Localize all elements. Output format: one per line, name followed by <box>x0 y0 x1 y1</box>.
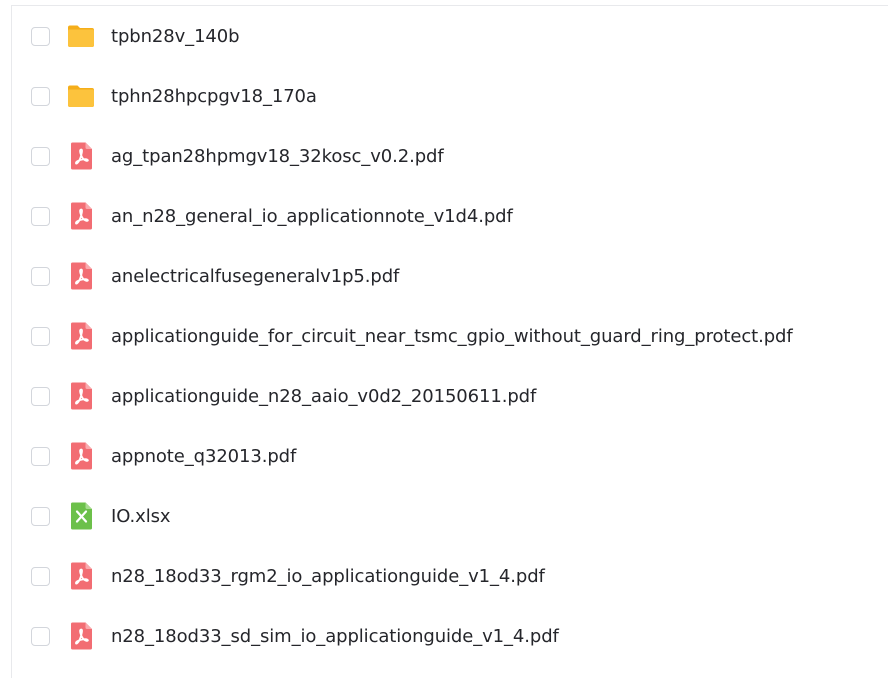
folder-icon <box>66 81 96 111</box>
file-name[interactable]: anelectricalfusegeneralv1p5.pdf <box>111 266 399 287</box>
file-list: tpbn28v_140b tphn28hpcpgv18_170a ag_tpan… <box>12 6 888 666</box>
file-row[interactable]: IO.xlsx <box>12 486 888 546</box>
file-row[interactable]: tpbn28v_140b <box>12 6 888 66</box>
pdf-file-icon <box>66 321 96 351</box>
file-name[interactable]: tphn28hpcpgv18_170a <box>111 86 317 107</box>
pdf-file-icon <box>66 561 96 591</box>
row-checkbox[interactable] <box>31 566 50 586</box>
file-name[interactable]: appnote_q32013.pdf <box>111 446 296 467</box>
file-list-panel: tpbn28v_140b tphn28hpcpgv18_170a ag_tpan… <box>11 5 888 678</box>
pdf-file-icon <box>66 441 96 471</box>
file-name[interactable]: IO.xlsx <box>111 506 171 527</box>
file-row[interactable]: n28_18od33_sd_sim_io_applicationguide_v1… <box>12 606 888 666</box>
excel-file-icon <box>66 501 96 531</box>
row-checkbox[interactable] <box>31 146 50 166</box>
file-name[interactable]: n28_18od33_sd_sim_io_applicationguide_v1… <box>111 626 559 647</box>
file-row[interactable]: anelectricalfusegeneralv1p5.pdf <box>12 246 888 306</box>
row-checkbox[interactable] <box>31 446 50 466</box>
row-checkbox[interactable] <box>31 206 50 226</box>
file-name[interactable]: n28_18od33_rgm2_io_applicationguide_v1_4… <box>111 566 545 587</box>
file-row[interactable]: an_n28_general_io_applicationnote_v1d4.p… <box>12 186 888 246</box>
file-name[interactable]: tpbn28v_140b <box>111 26 240 47</box>
file-row[interactable]: n28_18od33_rgm2_io_applicationguide_v1_4… <box>12 546 888 606</box>
folder-icon <box>66 21 96 51</box>
file-row[interactable]: applicationguide_for_circuit_near_tsmc_g… <box>12 306 888 366</box>
row-checkbox[interactable] <box>31 86 50 106</box>
pdf-file-icon <box>66 201 96 231</box>
file-name[interactable]: applicationguide_for_circuit_near_tsmc_g… <box>111 326 793 347</box>
file-name[interactable]: applicationguide_n28_aaio_v0d2_20150611.… <box>111 386 536 407</box>
row-checkbox[interactable] <box>31 26 50 46</box>
row-checkbox[interactable] <box>31 386 50 406</box>
file-row[interactable]: tphn28hpcpgv18_170a <box>12 66 888 126</box>
pdf-file-icon <box>66 141 96 171</box>
file-row[interactable]: applicationguide_n28_aaio_v0d2_20150611.… <box>12 366 888 426</box>
row-checkbox[interactable] <box>31 326 50 346</box>
row-checkbox[interactable] <box>31 266 50 286</box>
file-name[interactable]: ag_tpan28hpmgv18_32kosc_v0.2.pdf <box>111 146 444 167</box>
pdf-file-icon <box>66 381 96 411</box>
pdf-file-icon <box>66 261 96 291</box>
file-row[interactable]: appnote_q32013.pdf <box>12 426 888 486</box>
file-row[interactable]: ag_tpan28hpmgv18_32kosc_v0.2.pdf <box>12 126 888 186</box>
row-checkbox[interactable] <box>31 506 50 526</box>
file-name[interactable]: an_n28_general_io_applicationnote_v1d4.p… <box>111 206 513 227</box>
pdf-file-icon <box>66 621 96 651</box>
row-checkbox[interactable] <box>31 626 50 646</box>
